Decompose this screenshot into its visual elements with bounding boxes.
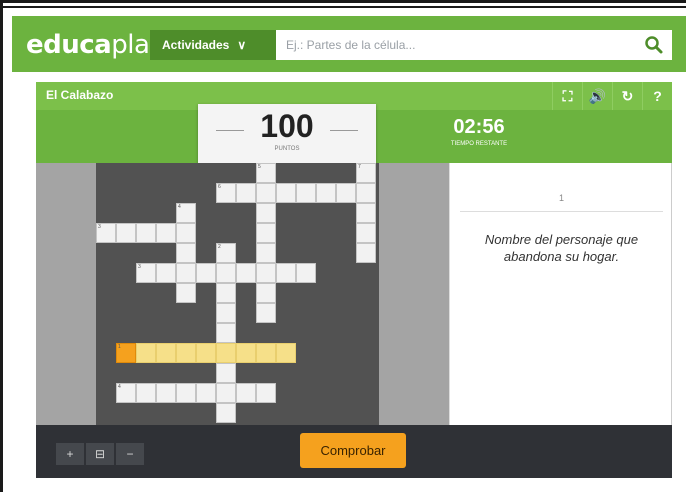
clue-number-label: 3 (98, 224, 101, 230)
crossword-cell[interactable] (176, 383, 196, 403)
window-border (0, 6, 686, 8)
crossword-cell[interactable] (336, 183, 356, 203)
crossword-cell[interactable] (116, 223, 136, 243)
clue-number-label: 2 (218, 244, 221, 250)
zoom-out-button[interactable]: − (116, 443, 144, 465)
crossword-cell[interactable] (216, 263, 236, 283)
crossword-cell[interactable] (356, 203, 376, 223)
crossword-cell[interactable] (356, 243, 376, 263)
crossword-cell[interactable] (256, 183, 276, 203)
crossword-cell[interactable] (156, 383, 176, 403)
zoom-fit-button[interactable]: ⊟ (86, 443, 114, 465)
clue-number-label: 3 (138, 264, 141, 270)
crossword-cell[interactable] (156, 263, 176, 283)
timer: 02:56 TIEMPO RESTANTE (424, 116, 534, 147)
crossword-cell[interactable] (136, 223, 156, 243)
clue-number-label: 6 (218, 184, 221, 190)
crossword-cell[interactable] (256, 263, 276, 283)
crossword-cell[interactable] (296, 263, 316, 283)
crossword-cell[interactable] (256, 383, 276, 403)
timer-value: 02:56 (453, 116, 505, 138)
clue-number-label: 4 (178, 204, 181, 210)
crossword-cell[interactable] (156, 223, 176, 243)
crossword-cell[interactable] (176, 243, 196, 263)
crossword-cell[interactable] (256, 303, 276, 323)
game-controls: + ⊟ − Comprobar (36, 425, 672, 478)
crossword-cell-highlighted[interactable] (276, 343, 296, 363)
crossword-cell-highlighted[interactable] (216, 343, 236, 363)
zoom-in-button[interactable]: + (56, 443, 84, 465)
crossword-cell[interactable] (176, 263, 196, 283)
zoom-controls: + ⊟ − (56, 443, 146, 465)
crossword-cell[interactable] (256, 203, 276, 223)
crossword-cell[interactable] (216, 363, 236, 383)
crossword-cell[interactable] (316, 183, 336, 203)
crossword-cell[interactable] (216, 283, 236, 303)
crossword-cell[interactable] (236, 383, 256, 403)
activities-label: Actividades (162, 38, 230, 52)
crossword-cell[interactable] (256, 223, 276, 243)
crossword-cell[interactable] (176, 283, 196, 303)
crossword-cell-highlighted[interactable] (236, 343, 256, 363)
score-label: PUNTOS (274, 146, 300, 152)
timer-label: TIEMPO RESTANTE (450, 141, 508, 147)
crossword-cell-highlighted[interactable] (156, 343, 176, 363)
crossword-cell[interactable] (216, 303, 236, 323)
restart-icon[interactable]: ↻ (612, 82, 642, 110)
crossword-cell-highlighted[interactable] (256, 343, 276, 363)
search-input[interactable]: Ej.: Partes de la célula... (276, 30, 672, 60)
crossword-cell-highlighted[interactable] (176, 343, 196, 363)
educaplay-logo[interactable]: educaplay (26, 30, 165, 60)
clue-number-label: 4 (118, 384, 121, 390)
crossword-cell[interactable] (256, 283, 276, 303)
crossword-cell[interactable] (196, 263, 216, 283)
crossword-cell[interactable] (136, 383, 156, 403)
crossword-cell[interactable] (296, 183, 316, 203)
crossword-cell[interactable] (216, 323, 236, 343)
crossword-cell-highlighted[interactable] (196, 343, 216, 363)
clue-number-label: 7 (358, 164, 361, 170)
crossword-grid: 5 7 6 4 3 2 3 1 4 (96, 163, 379, 425)
score-card: 100 PUNTOS (198, 104, 376, 176)
check-button[interactable]: Comprobar (300, 433, 406, 468)
search-icon[interactable] (644, 35, 664, 55)
clue-number-label: 1 (118, 344, 121, 350)
game-panel: El Calabazo ⛶ 🔊 ↻ ? 100 PUNTOS 02:56 TIE… (36, 82, 672, 478)
crossword-cell[interactable] (216, 383, 236, 403)
crossword-cell[interactable] (276, 183, 296, 203)
crossword-cell[interactable] (236, 263, 256, 283)
clue-number-label: 5 (258, 164, 261, 170)
crossword-cell[interactable] (276, 263, 296, 283)
clue-panel: 1 Nombre del personaje que abandona su h… (449, 163, 672, 425)
clue-text: Nombre del personaje que abandona su hog… (484, 232, 639, 264)
crossword-cell[interactable] (356, 223, 376, 243)
crossword-cell[interactable] (176, 223, 196, 243)
sound-icon[interactable]: 🔊 (582, 82, 612, 110)
crossword-cell-highlighted[interactable] (136, 343, 156, 363)
chevron-down-icon: ∨ (237, 38, 247, 52)
search-placeholder: Ej.: Partes de la célula... (286, 38, 416, 52)
game-toolbar: ⛶ 🔊 ↻ ? (552, 82, 672, 110)
clue-number: 1 (460, 193, 663, 212)
score-bar: 100 PUNTOS 02:56 TIEMPO RESTANTE (36, 104, 672, 176)
crossword-cell[interactable] (236, 183, 256, 203)
activities-dropdown[interactable]: Actividades ∨ (150, 30, 276, 60)
fullscreen-icon[interactable]: ⛶ (552, 82, 582, 110)
site-header: educaplay Actividades ∨ Ej.: Partes de l… (12, 16, 686, 72)
crossword-cell[interactable] (256, 243, 276, 263)
help-icon[interactable]: ? (642, 82, 672, 110)
logo-bold-text: educa (26, 30, 112, 60)
crossword-area: 5 7 6 4 3 2 3 1 4 (36, 163, 449, 425)
game-title: El Calabazo (46, 88, 114, 102)
score-value: 100 (260, 108, 314, 144)
crossword-cell[interactable] (356, 183, 376, 203)
crossword-cell[interactable] (216, 403, 236, 423)
crossword-cell[interactable] (196, 383, 216, 403)
